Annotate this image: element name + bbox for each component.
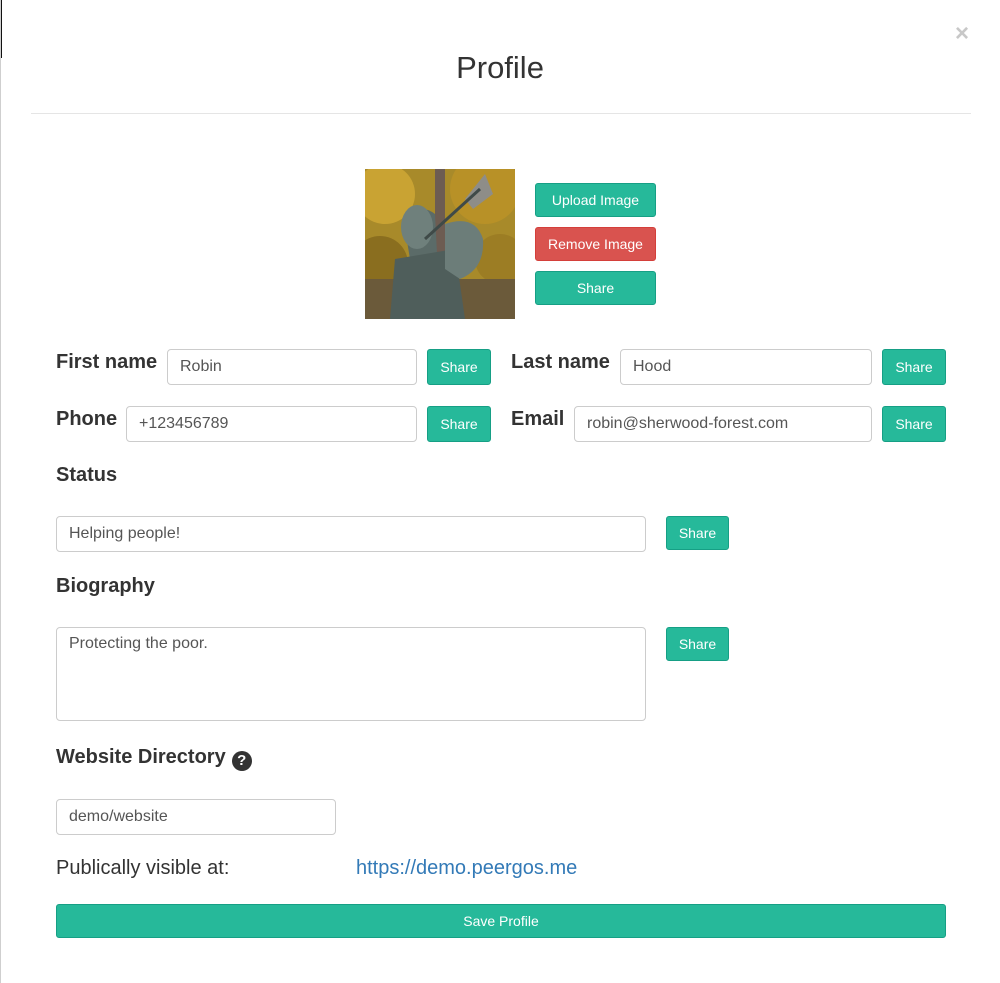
phone-label: Phone <box>56 408 118 430</box>
email-label: Email <box>511 408 565 430</box>
biography-textarea[interactable]: Protecting the poor. <box>56 627 646 721</box>
share-first-name-button[interactable]: Share <box>427 349 491 385</box>
close-button[interactable]: × <box>952 22 972 46</box>
header-divider <box>31 113 971 114</box>
share-image-button[interactable]: Share <box>535 271 656 305</box>
status-input[interactable]: Helping people! <box>56 516 646 552</box>
last-name-label: Last name <box>511 351 610 373</box>
last-name-input[interactable]: Hood <box>620 349 872 385</box>
email-input[interactable]: robin@sherwood-forest.com <box>574 406 872 442</box>
question-circle-icon[interactable]: ? <box>231 751 252 771</box>
save-profile-button[interactable]: Save Profile <box>56 904 946 938</box>
remove-image-button[interactable]: Remove Image <box>535 227 656 261</box>
modal-border <box>0 0 1 983</box>
profile-avatar-image <box>365 169 515 319</box>
modal-title: Profile <box>456 50 544 85</box>
share-status-button[interactable]: Share <box>666 516 729 550</box>
public-url-link[interactable]: https://demo.peergos.me <box>356 856 577 880</box>
share-phone-button[interactable]: Share <box>427 406 491 442</box>
share-email-button[interactable]: Share <box>882 406 946 442</box>
publicly-visible-label: Publically visible at: <box>56 857 230 879</box>
status-label: Status <box>56 464 118 486</box>
share-last-name-button[interactable]: Share <box>882 349 946 385</box>
website-directory-heading: Website Directory? <box>56 745 252 771</box>
website-directory-label: Website Directory <box>56 746 226 768</box>
first-name-input[interactable]: Robin <box>167 349 417 385</box>
share-biography-button[interactable]: Share <box>666 627 729 661</box>
biography-label: Biography <box>56 575 155 597</box>
upload-image-button[interactable]: Upload Image <box>535 183 656 217</box>
phone-input[interactable]: +123456789 <box>126 406 417 442</box>
first-name-label: First name <box>56 351 158 373</box>
website-directory-input[interactable]: demo/website <box>56 799 336 835</box>
